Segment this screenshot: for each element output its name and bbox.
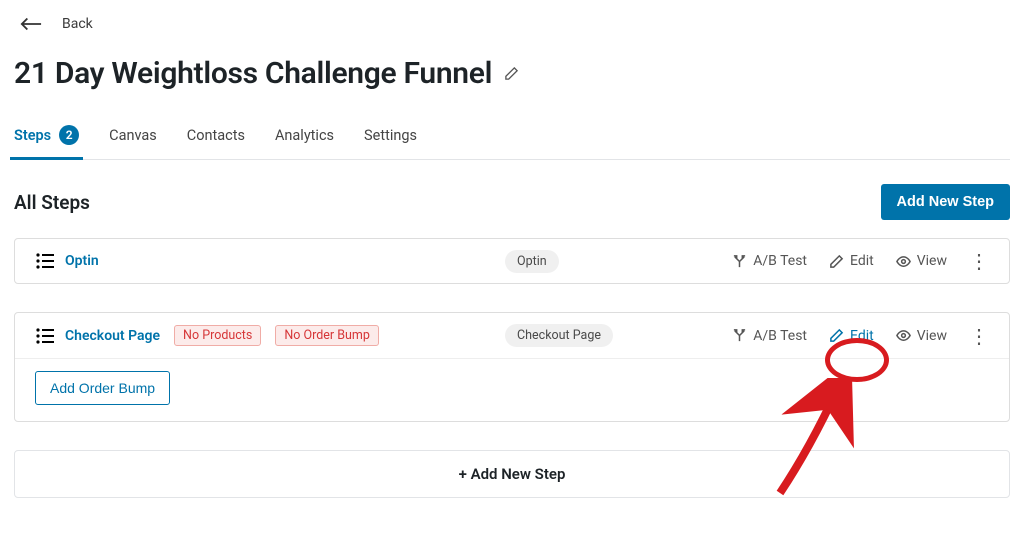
add-new-step-bar[interactable]: + Add New Step (14, 450, 1010, 498)
section-title: All Steps (14, 191, 90, 214)
step-type-pill: Optin (505, 250, 559, 273)
split-icon (732, 254, 747, 269)
pencil-icon (829, 254, 844, 269)
view-button[interactable]: View (896, 253, 947, 269)
step-name-link[interactable]: Optin (65, 253, 99, 269)
no-products-warning: No Products (174, 325, 261, 346)
section-header: All Steps Add New Step (14, 160, 1010, 238)
tab-settings[interactable]: Settings (364, 127, 417, 158)
step-name-link[interactable]: Checkout Page (65, 328, 160, 344)
add-order-bump-button[interactable]: Add Order Bump (35, 371, 170, 405)
abtest-button[interactable]: A/B Test (732, 328, 807, 344)
pencil-icon (829, 328, 844, 343)
edit-button[interactable]: Edit (829, 328, 874, 344)
eye-icon (896, 328, 911, 343)
back-label: Back (62, 16, 93, 32)
drag-handle-icon[interactable] (35, 252, 55, 270)
abtest-button[interactable]: A/B Test (732, 253, 807, 269)
page-title: 21 Day Weightloss Challenge Funnel (14, 56, 492, 91)
edit-button[interactable]: Edit (829, 253, 874, 269)
drag-handle-icon[interactable] (35, 327, 55, 345)
arrow-left-icon (20, 16, 42, 32)
edit-title-icon[interactable] (504, 66, 519, 81)
step-card-optin: Optin Optin A/B Test Edit View ⋮ (14, 238, 1010, 284)
view-button[interactable]: View (896, 328, 947, 344)
tab-steps[interactable]: Steps 2 (14, 125, 79, 159)
step-card-checkout: Checkout Page No Products No Order Bump … (14, 312, 1010, 422)
table-row: Checkout Page No Products No Order Bump … (15, 313, 1009, 358)
eye-icon (896, 254, 911, 269)
tab-bar: Steps 2 Canvas Contacts Analytics Settin… (14, 125, 1010, 160)
more-menu-icon[interactable]: ⋮ (969, 326, 989, 346)
no-order-bump-warning: No Order Bump (275, 325, 379, 346)
add-new-step-button[interactable]: Add New Step (881, 184, 1010, 220)
step-type-pill: Checkout Page (505, 324, 613, 347)
back-nav[interactable]: Back (14, 12, 1010, 56)
tab-label: Steps (14, 127, 51, 144)
more-menu-icon[interactable]: ⋮ (969, 251, 989, 271)
tab-contacts[interactable]: Contacts (187, 127, 245, 158)
tab-analytics[interactable]: Analytics (275, 127, 334, 158)
table-row: Optin Optin A/B Test Edit View ⋮ (15, 239, 1009, 283)
steps-count-badge: 2 (59, 125, 79, 145)
title-row: 21 Day Weightloss Challenge Funnel (14, 56, 1010, 125)
tab-canvas[interactable]: Canvas (109, 127, 157, 158)
split-icon (732, 328, 747, 343)
